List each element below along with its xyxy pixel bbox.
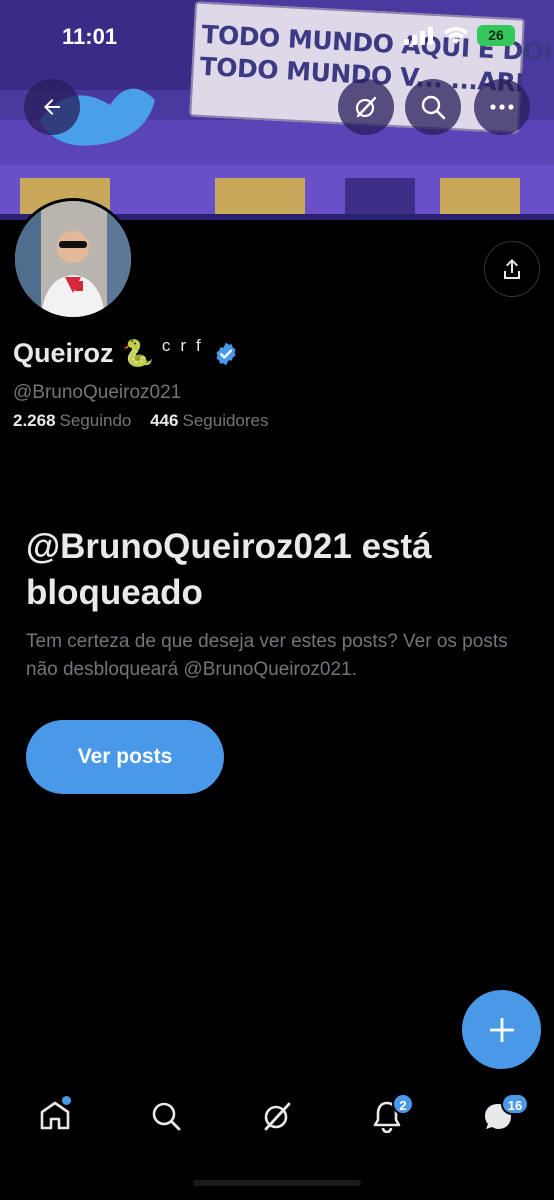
wifi-icon — [444, 27, 468, 44]
home-unread-dot — [62, 1096, 71, 1105]
avatar[interactable] — [12, 198, 134, 320]
profile-name-suffix: crf — [161, 335, 211, 355]
battery-indicator: 26 — [477, 25, 515, 46]
grok-icon — [264, 1102, 291, 1131]
tab-grok[interactable] — [247, 1080, 307, 1152]
share-button[interactable] — [484, 241, 540, 297]
avatar-photo — [15, 201, 131, 317]
verified-badge-icon[interactable] — [213, 341, 239, 367]
tab-home[interactable] — [25, 1080, 85, 1152]
back-button[interactable] — [24, 79, 80, 135]
arrow-left-icon — [44, 99, 60, 115]
profile-handle: @BrunoQueiroz021 — [13, 382, 182, 403]
search-button[interactable] — [405, 79, 461, 135]
following-link[interactable]: 2.268 Seguindo — [13, 411, 131, 430]
cellular-signal-icon — [404, 27, 433, 45]
view-posts-button[interactable]: Ver posts — [26, 720, 224, 794]
tab-messages[interactable]: 16 — [468, 1080, 529, 1152]
plus-icon — [489, 1017, 514, 1042]
messages-badge: 16 — [501, 1093, 529, 1115]
bottom-tab-bar: 2 16 — [0, 1080, 554, 1152]
following-label: Seguindo — [59, 411, 132, 430]
tab-search[interactable] — [136, 1080, 196, 1152]
followers-count: 446 — [150, 411, 179, 430]
search-icon — [421, 95, 446, 120]
follow-counts: 2.268 Seguindo 446 Seguidores — [13, 411, 269, 431]
profile-name: Queiroz — [13, 338, 114, 368]
compose-post-button[interactable] — [462, 990, 541, 1069]
following-count: 2.268 — [13, 411, 56, 430]
blocked-title: @BrunoQueiroz021 está bloqueado — [26, 527, 432, 612]
followers-link[interactable]: 446 Seguidores — [150, 411, 268, 430]
snake-emoji: 🐍 — [121, 338, 154, 369]
more-icon — [490, 104, 514, 110]
status-bar: 11:01 26 — [0, 0, 554, 72]
status-time: 11:01 — [62, 24, 118, 49]
grok-icon — [355, 96, 377, 118]
more-options-button[interactable] — [474, 79, 530, 135]
home-indicator — [193, 1180, 361, 1186]
tab-notifications[interactable]: 2 — [357, 1080, 417, 1152]
share-icon — [504, 259, 520, 279]
profile-name-row: Queiroz 🐍 crf — [13, 335, 239, 369]
notifications-badge: 2 — [392, 1093, 414, 1115]
blocked-description: Tem certeza de que deseja ver estes post… — [26, 631, 508, 680]
grok-button[interactable] — [338, 79, 394, 135]
search-icon — [152, 1102, 181, 1131]
followers-label: Seguidores — [182, 411, 269, 430]
